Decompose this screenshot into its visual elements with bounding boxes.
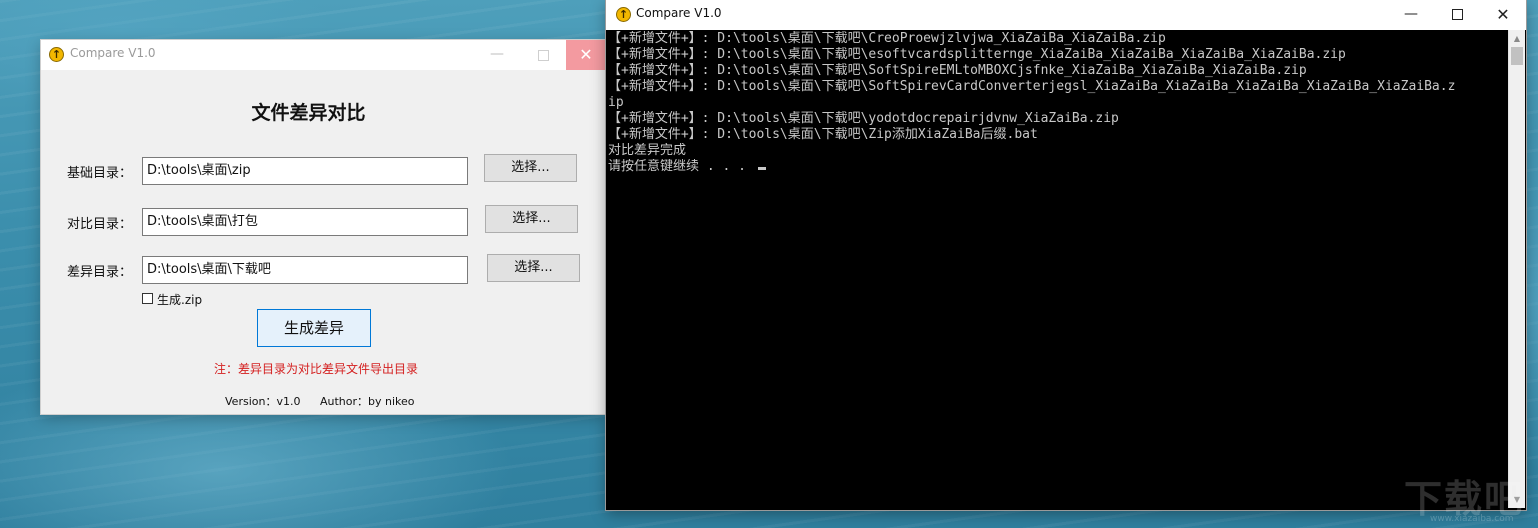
zip-checkbox-label[interactable]: 生成.zip <box>157 291 202 308</box>
close-icon: ✕ <box>579 45 593 64</box>
console-prompt-line: 请按任意键继续 . . . <box>608 159 1506 175</box>
console-output: 【+新增文件+】: D:\tools\桌面\下载吧\CreoProewjzlvj… <box>608 31 1506 507</box>
console-line: 【+新增文件+】: D:\tools\桌面\下载吧\esoftvcardspli… <box>608 47 1346 62</box>
diff-dir-choose-button[interactable]: 选择... <box>487 254 580 282</box>
console-prompt-text: 请按任意键继续 . . . <box>608 159 754 174</box>
gui-minimize-button[interactable]: — <box>474 40 520 70</box>
console-line: 【+新增文件+】: D:\tools\桌面\下载吧\yodotdocrepair… <box>608 111 1119 126</box>
compare-gui-window: ↑ Compare V1.0 — ✕ 文件差异对比 基础目录： D:\tools… <box>41 40 606 414</box>
maximize-icon <box>1452 9 1463 20</box>
console-line: 【+新增文件+】: D:\tools\桌面\下载吧\Zip添加XiaZaiBa后… <box>608 127 1038 142</box>
console-minimize-button[interactable]: — <box>1388 0 1434 30</box>
watermark-url: www.xiazaiba.com <box>1430 514 1514 524</box>
scroll-up-arrow-icon[interactable]: ▲ <box>1509 30 1525 47</box>
diff-dir-input[interactable]: D:\tools\桌面\下载吧 <box>142 256 468 284</box>
console-line: 【+新增文件+】: D:\tools\桌面\下载吧\CreoProewjzlvj… <box>608 31 1166 46</box>
maximize-icon <box>538 50 549 61</box>
console-close-button[interactable]: ✕ <box>1480 0 1526 30</box>
gui-window-title: Compare V1.0 <box>70 46 156 60</box>
console-titlebar[interactable]: ↑ Compare V1.0 — ✕ <box>606 0 1526 30</box>
base-dir-input[interactable]: D:\tools\桌面\zip <box>142 157 468 185</box>
gui-titlebar[interactable]: ↑ Compare V1.0 — ✕ <box>41 40 606 70</box>
compare-dir-label: 对比目录： <box>67 217 133 232</box>
compare-dir-input[interactable]: D:\tools\桌面\打包 <box>142 208 468 236</box>
console-line: 对比差异完成 <box>608 143 687 158</box>
scroll-thumb[interactable] <box>1511 47 1523 65</box>
page-heading: 文件差异对比 <box>251 102 366 124</box>
base-dir-choose-button[interactable]: 选择... <box>484 154 577 182</box>
author-text: Author：by nikeo <box>320 395 415 408</box>
desktop: ↑ Compare V1.0 — ✕ 文件差异对比 基础目录： D:\tools… <box>0 0 1538 528</box>
diff-dir-note: 注：差异目录为对比差异文件导出目录 <box>213 362 418 376</box>
console-window: ↑ Compare V1.0 — ✕ 【+新增文件+】: D:\tools\桌面… <box>606 0 1526 510</box>
app-arrow-icon: ↑ <box>49 47 64 62</box>
console-line: 【+新增文件+】: D:\tools\桌面\下载吧\SoftSpireEMLto… <box>608 63 1307 78</box>
version-text: Version：v1.0 <box>225 395 301 408</box>
close-icon: ✕ <box>1496 5 1510 24</box>
text-cursor <box>757 167 766 170</box>
zip-checkbox[interactable] <box>142 293 153 304</box>
gui-maximize-button[interactable] <box>520 40 566 70</box>
console-window-title: Compare V1.0 <box>636 6 722 20</box>
console-line: ip <box>608 95 624 110</box>
compare-dir-choose-button[interactable]: 选择... <box>485 205 578 233</box>
console-scrollbar[interactable]: ▲ ▼ <box>1508 30 1525 508</box>
console-maximize-button[interactable] <box>1434 0 1480 30</box>
generate-diff-button[interactable]: 生成差异 <box>257 309 371 347</box>
gui-close-button[interactable]: ✕ <box>566 40 606 70</box>
app-arrow-icon: ↑ <box>616 7 631 22</box>
console-line: 【+新增文件+】: D:\tools\桌面\下载吧\SoftSpirevCard… <box>608 79 1456 94</box>
base-dir-label: 基础目录： <box>67 166 133 181</box>
diff-dir-label: 差异目录： <box>67 265 133 280</box>
